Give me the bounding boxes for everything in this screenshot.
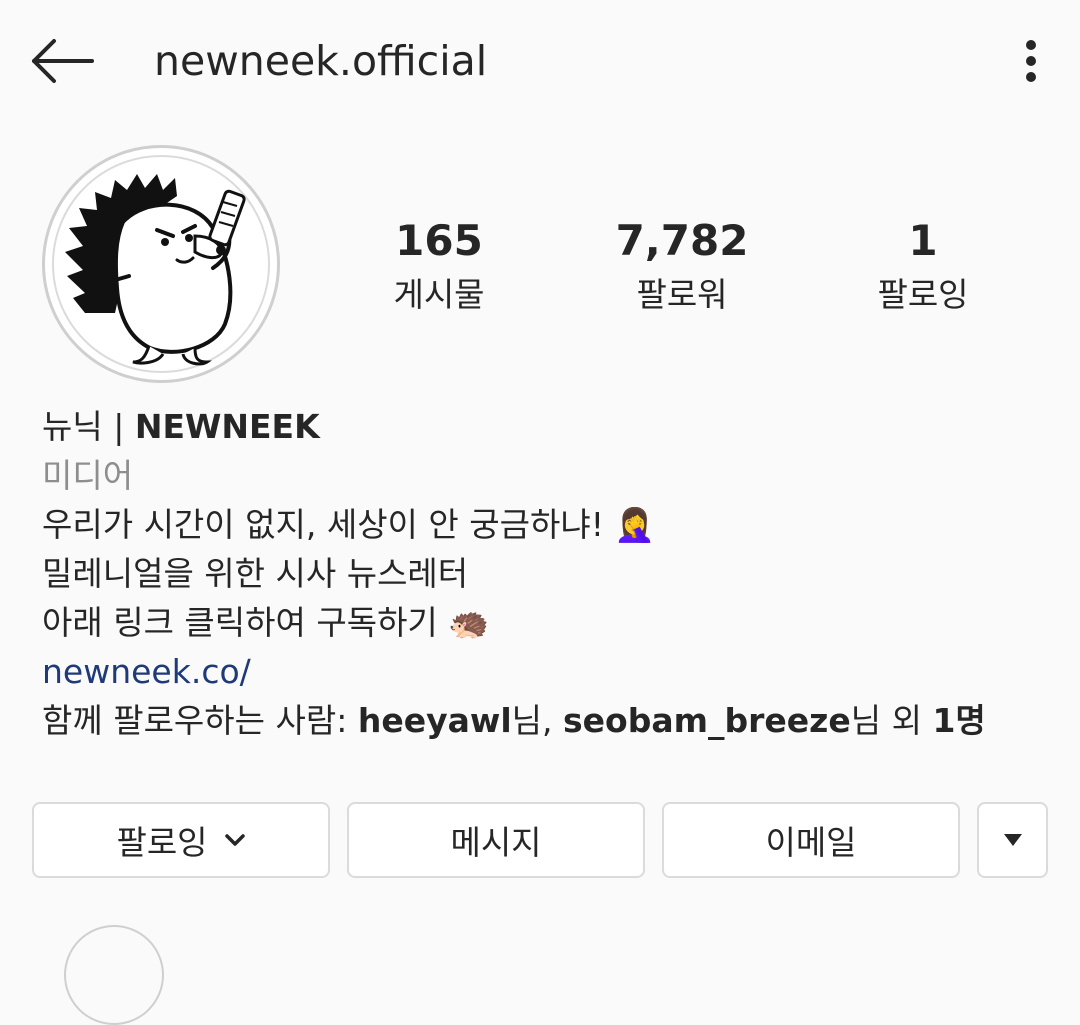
profile-username: newneek.official [154, 37, 488, 85]
back-button[interactable] [24, 32, 100, 90]
arrow-left-icon [32, 39, 94, 83]
profile-category: 미디어 [42, 456, 134, 495]
following-count: 1 [908, 216, 938, 265]
posts-label: 게시물 [393, 275, 485, 314]
more-options-button[interactable] [1008, 34, 1054, 88]
caret-down-icon [1003, 834, 1022, 846]
profile-bio: 뉴닉 | NEWNEEK 미디어 우리가 시간이 없지, 세상이 안 궁금하냐!… [42, 402, 1042, 745]
hedgehog-emoji-icon: 🦔 [448, 603, 490, 642]
vertical-dots-icon [1026, 40, 1036, 50]
profile-website-link[interactable]: newneek.co/ [42, 647, 1042, 696]
follower-link[interactable]: heeyawl [358, 701, 512, 740]
following-label: 팔로잉 [877, 275, 969, 314]
stat-followers[interactable]: 7,782 팔로워 [582, 212, 782, 318]
followers-label: 팔로워 [636, 275, 728, 314]
suggestions-dropdown-button[interactable] [977, 802, 1048, 878]
bio-line-2: 밀레니얼을 위한 시사 뉴스레터 [42, 554, 469, 593]
story-highlight-circle[interactable] [64, 925, 164, 1025]
stat-posts[interactable]: 165 게시물 [339, 212, 539, 318]
email-button[interactable]: 이메일 [662, 802, 960, 878]
follower-link[interactable]: seobam_breeze [563, 701, 851, 740]
message-button[interactable]: 메시지 [347, 802, 645, 878]
facepalm-emoji-icon: 🤦‍♀️ [614, 505, 656, 544]
hedgehog-logo [65, 174, 246, 366]
posts-count: 165 [395, 216, 483, 265]
others-count[interactable]: 1명 [932, 701, 985, 740]
chevron-down-icon [224, 834, 245, 846]
top-bar: newneek.official [0, 0, 1080, 122]
stat-following[interactable]: 1 팔로잉 [823, 212, 1023, 318]
profile-avatar[interactable] [42, 145, 280, 383]
followers-count: 7,782 [615, 216, 749, 265]
profile-display-name: 뉴닉 | NEWNEEK [42, 407, 320, 446]
bio-line-1: 우리가 시간이 없지, 세상이 안 궁금하냐! 🤦‍♀️ [42, 505, 656, 544]
following-button[interactable]: 팔로잉 [32, 802, 330, 878]
followed-by[interactable]: 함께 팔로우하는 사람: heeyawl님, seobam_breeze님 외 … [42, 696, 1042, 745]
bio-line-3: 아래 링크 클릭하여 구독하기 🦔 [42, 603, 490, 642]
